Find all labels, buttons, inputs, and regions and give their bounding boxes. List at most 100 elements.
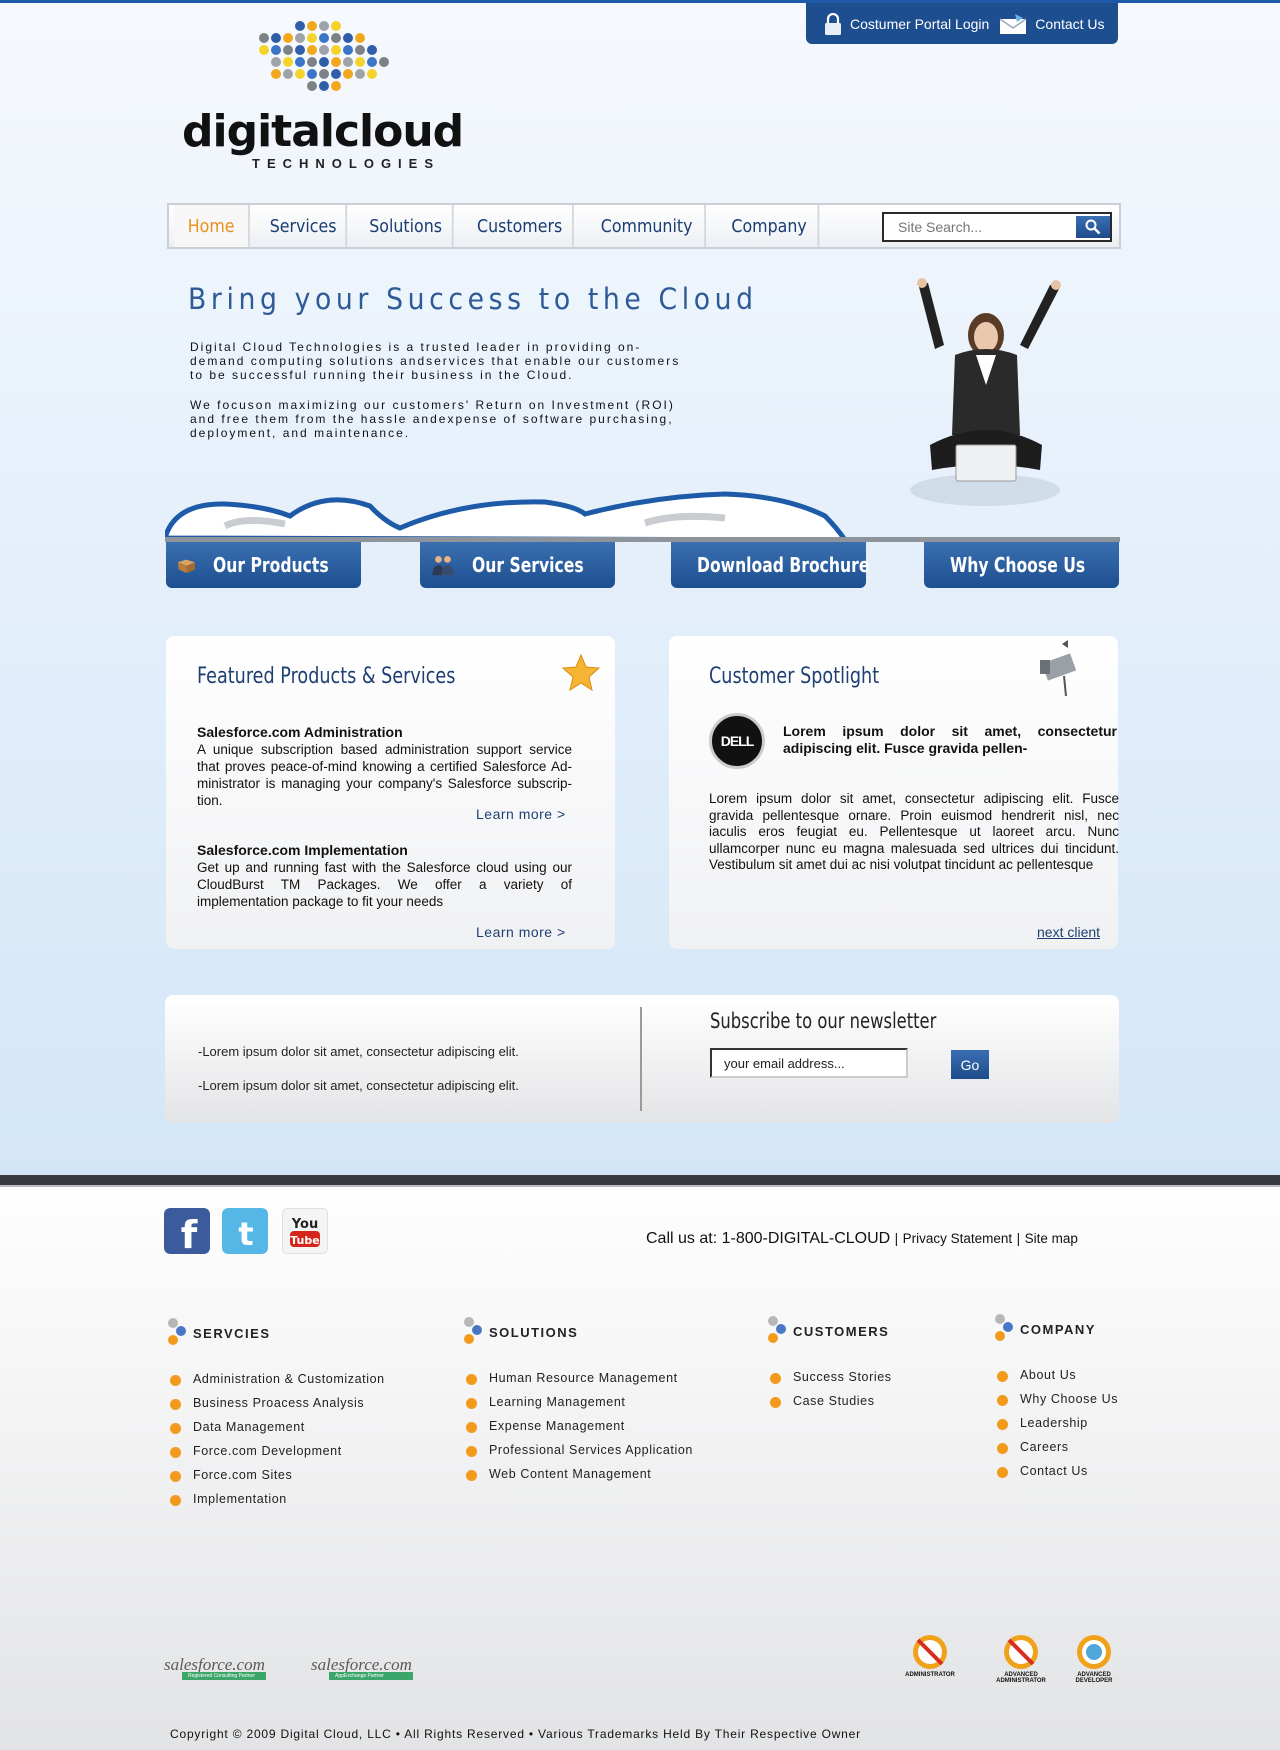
logo-dot <box>283 57 293 67</box>
subscribe-button[interactable]: Go <box>951 1050 989 1079</box>
logo-dot <box>307 45 317 55</box>
footer-link[interactable]: Human Resource Management <box>466 1371 693 1395</box>
portal-login-link[interactable]: Costumer Portal Login <box>806 12 990 35</box>
featured-item-2-body: Get up and running fast with the Salesfo… <box>197 860 572 909</box>
nav-tab-company[interactable]: Company <box>721 205 820 247</box>
certified-badge-icon <box>1077 1635 1111 1669</box>
footer-link[interactable]: Careers <box>996 1440 1118 1464</box>
newsletter-title: Subscribe to our newsletter <box>710 1009 937 1033</box>
logo-dot <box>283 45 293 55</box>
nav-tab-home[interactable]: Home <box>174 205 250 247</box>
next-client-link[interactable]: next client <box>1037 924 1100 940</box>
twitter-icon[interactable]: t <box>222 1208 268 1254</box>
sitemap-link[interactable]: Site map <box>1025 1231 1078 1246</box>
footer-top-line <box>0 1185 1280 1187</box>
featured-item-1-title: Salesforce.com Administration <box>197 724 403 740</box>
site-search <box>882 212 1112 242</box>
why-choose-us-button[interactable]: ? Why Choose Us <box>924 542 1119 588</box>
footer-link[interactable]: Learning Management <box>466 1395 693 1419</box>
nav-tab-solutions[interactable]: Solutions <box>359 205 454 247</box>
email-field[interactable] <box>710 1048 908 1078</box>
certification-badge: ADVANCED ADMINISTRATOR <box>995 1632 1047 1688</box>
footer-link[interactable]: Data Management <box>170 1420 385 1444</box>
contact-us-link[interactable]: Contact Us <box>999 13 1105 35</box>
footer-link[interactable]: Administration & Customization <box>170 1372 385 1396</box>
logo-dot <box>283 69 293 79</box>
certification-badge: ADMINISTRATOR <box>904 1632 956 1688</box>
our-services-button[interactable]: Our Services <box>420 542 615 588</box>
footer-link[interactable]: Success Stories <box>770 1370 892 1394</box>
featured-title: Featured Products & Services <box>197 664 456 689</box>
privacy-link[interactable]: Privacy Statement <box>903 1231 1013 1246</box>
learn-more-link[interactable]: Learn more > <box>476 924 566 940</box>
separator: | <box>894 1231 899 1246</box>
portal-bar: Costumer Portal Login Contact Us <box>806 3 1118 44</box>
people-icon <box>432 556 454 576</box>
logo-dot <box>259 45 269 55</box>
salesforce-partner-logo: salesforce.com Registered Consulting Par… <box>164 1655 266 1680</box>
footer-link[interactable]: About Us <box>996 1368 1118 1392</box>
nav-tab-community[interactable]: Community <box>589 205 707 247</box>
footer-link[interactable]: Why Choose Us <box>996 1392 1118 1416</box>
learn-more-link[interactable]: Learn more > <box>476 806 566 822</box>
portal-login-label: Costumer Portal Login <box>850 15 990 32</box>
spotlight-body: Lorem ipsum dolor sit amet, consectetur … <box>709 791 1119 872</box>
footer-link[interactable]: Leadership <box>996 1416 1118 1440</box>
footer-link[interactable]: Force.com Sites <box>170 1468 385 1492</box>
search-button[interactable] <box>1076 216 1110 238</box>
logo-dot <box>343 33 353 43</box>
newsletter-panel: -Lorem ipsum dolor sit amet, consectetur… <box>165 995 1119 1123</box>
logo-dot <box>271 57 281 67</box>
logo-dot <box>331 81 341 91</box>
logo-dot <box>295 69 305 79</box>
facebook-icon[interactable]: f <box>164 1208 210 1254</box>
footer-link[interactable]: Contact Us <box>996 1464 1118 1488</box>
box-icon <box>177 559 195 574</box>
logo-dot <box>379 57 389 67</box>
logo-dot <box>355 45 365 55</box>
search-input[interactable] <box>884 214 1074 240</box>
nav-tab-customers[interactable]: Customers <box>467 205 574 247</box>
footer-column-heading: CUSTOMERS <box>793 1324 890 1339</box>
logo-dot <box>307 21 317 31</box>
logo-dot <box>355 57 365 67</box>
customer-spotlight-panel: Customer Spotlight DELL Lorem ipsum dolo… <box>669 636 1119 949</box>
logo-dot <box>331 69 341 79</box>
download-brochure-button[interactable]: Download Brochure <box>671 542 869 588</box>
our-products-label: Our Products <box>212 553 329 577</box>
footer-column-heading: COMPANY <box>1020 1322 1096 1337</box>
logo-wordmark: digitalcloud <box>182 106 464 157</box>
footer-link[interactable]: Web Content Management <box>466 1467 693 1491</box>
youtube-icon[interactable]: You Tube <box>282 1208 328 1254</box>
hero-person-image <box>910 278 1061 506</box>
company-logo[interactable]: digitalcloud TECHNOLOGIES <box>182 18 464 173</box>
our-products-button[interactable]: Our Products <box>166 542 361 588</box>
phone-number: Call us at: 1-800-DIGITAL-CLOUD <box>646 1230 891 1247</box>
logo-dot <box>295 33 305 43</box>
logo-dot <box>271 33 281 43</box>
footer-column-heading: SOLUTIONS <box>489 1325 579 1340</box>
logo-dot <box>331 57 341 67</box>
partner-label: Registered Consulting Partner <box>182 1672 266 1680</box>
footer-link[interactable]: Implementation <box>170 1492 385 1516</box>
footer-link[interactable]: Case Studies <box>770 1394 892 1418</box>
spotlight-icon <box>1040 640 1077 696</box>
our-services-label: Our Services <box>471 553 584 577</box>
badge-label: ADVANCED ADMINISTRATOR <box>996 1672 1046 1684</box>
svg-text:f: f <box>181 1213 198 1254</box>
newsletter-divider <box>640 1007 642 1111</box>
logo-dot <box>343 69 353 79</box>
footer-link[interactable]: Expense Management <box>466 1419 693 1443</box>
logo-dot <box>271 45 281 55</box>
spotlight-lead: Lorem ipsum dolor sit amet, consectetur … <box>783 723 1117 756</box>
logo-dot <box>295 21 305 31</box>
footer-link[interactable]: Professional Services Application <box>466 1443 693 1467</box>
badge-label: ADVANCED DEVELOPER <box>1075 1672 1113 1684</box>
footer-link[interactable]: Force.com Development <box>170 1444 385 1468</box>
logo-dot <box>307 33 317 43</box>
footer-link[interactable]: Business Proacess Analysis <box>170 1396 385 1420</box>
logo-dot <box>307 57 317 67</box>
nav-tab-services[interactable]: Services <box>261 205 348 247</box>
footer-column-heading: SERVCIES <box>193 1326 271 1341</box>
logo-dot <box>343 45 353 55</box>
